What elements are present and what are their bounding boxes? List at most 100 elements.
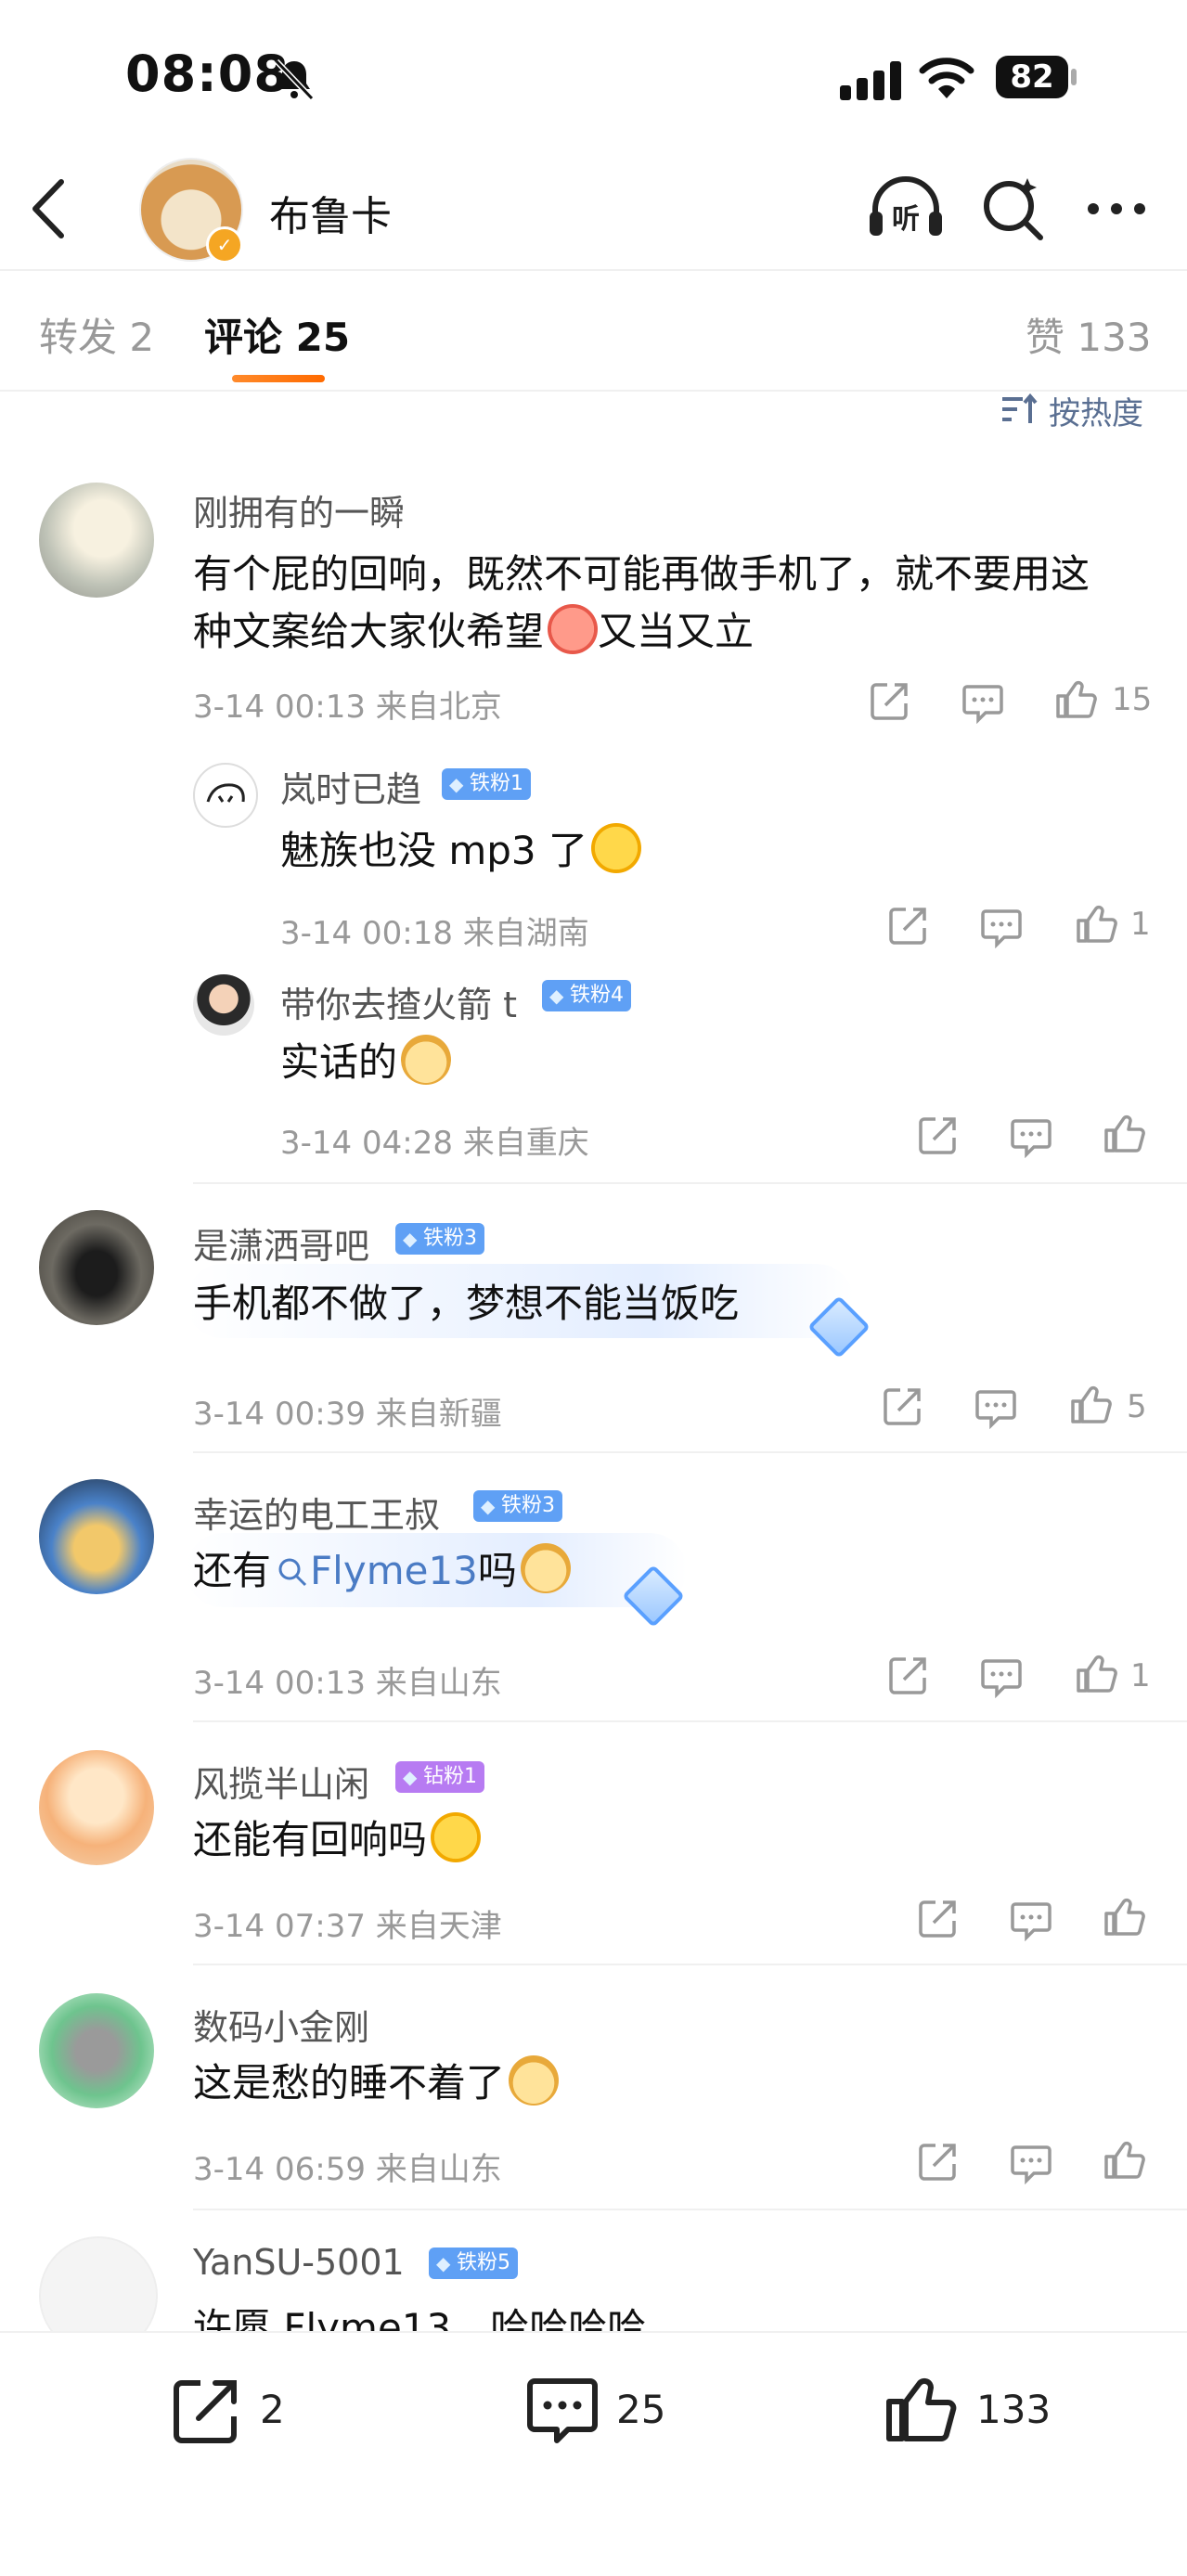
comment-text-part: 又当又立 [598, 609, 755, 654]
repost-icon[interactable] [169, 2374, 243, 2448]
share-icon[interactable] [887, 1654, 930, 1696]
diamond-fan-badge: 钻粉1 [395, 1761, 484, 1793]
like-thumb-icon[interactable] [1075, 1652, 1117, 1694]
listen-label: 听 [892, 203, 920, 236]
like-thumb-icon[interactable] [1069, 1383, 1112, 1425]
angry-pig-emoji-icon [548, 604, 599, 654]
reply-avatar[interactable] [193, 974, 254, 1036]
doge-emoji-icon [520, 1543, 571, 1593]
commenter-name[interactable]: 是潇洒哥吧 [193, 1217, 369, 1269]
battery-tip [1071, 69, 1077, 85]
comment-text-part: 吗 [477, 1548, 517, 1593]
share-icon[interactable] [869, 679, 911, 722]
comment-text-row: 这是愁的睡不着了 [193, 2054, 560, 2112]
comment-text-line2: 种文案给大家伙希望 又当又立 [193, 603, 754, 661]
tab-reposts[interactable]: 转发 2 [39, 306, 154, 363]
comment-meta: 3-14 00:13 来自山东 [193, 1665, 502, 1702]
listen-headphones-icon[interactable]: 听 [868, 174, 944, 239]
reply-user-name[interactable]: 带你去揸火箭 t [280, 976, 517, 1027]
reply-text: 魅族也没 mp3 了 [280, 828, 587, 873]
like-thumb-icon[interactable] [1103, 1895, 1145, 1938]
like-count: 1 [1130, 1657, 1151, 1694]
topic-link-text[interactable]: Flyme13 [310, 1548, 478, 1593]
comment-text-part: 种文案给大家伙希望 [193, 609, 545, 654]
like-thumb-icon[interactable] [884, 2370, 958, 2444]
comment-icon[interactable] [525, 2374, 600, 2448]
like-count: 5 [1127, 1388, 1147, 1425]
doge-emoji-icon [509, 2055, 560, 2106]
comment-text-row: 还有 Flyme13吗 [193, 1542, 571, 1600]
share-icon[interactable] [917, 1897, 960, 1939]
like-thumb-icon[interactable] [1075, 902, 1117, 945]
sort-icon[interactable] [1000, 393, 1038, 427]
repost-count[interactable]: 2 [260, 2387, 285, 2432]
comment-count[interactable]: 25 [616, 2387, 665, 2432]
reply-avatar[interactable] [193, 763, 258, 828]
comment-text: 有个屁的回响，既然不可能再做手机了，就不要用这 [193, 551, 1090, 597]
commenter-avatar[interactable] [39, 483, 154, 598]
commenter-name[interactable]: 幸运的电工王叔 [193, 1487, 440, 1538]
like-thumb-icon[interactable] [1103, 2138, 1145, 2181]
comment-text-row: 还能有回响吗 [193, 1811, 482, 1869]
reply-icon[interactable] [961, 681, 1004, 724]
like-count: 1 [1130, 906, 1151, 943]
more-options-icon[interactable] [1084, 190, 1149, 227]
fan-badge: 铁粉5 [429, 2248, 518, 2279]
commenter-avatar[interactable] [39, 1210, 154, 1325]
sketch-face-icon [206, 783, 245, 803]
share-icon[interactable] [917, 2140, 960, 2183]
cell-signal-icon [840, 61, 901, 100]
reply-icon[interactable] [980, 1655, 1023, 1698]
reply-user-name[interactable]: 岚时已趋 [280, 761, 421, 812]
commenter-avatar[interactable] [39, 1993, 154, 2108]
sort-by-hot[interactable]: 按热度 [1049, 388, 1143, 433]
tab-comments[interactable]: 评论 25 [204, 306, 350, 363]
battery-level: 82 [996, 56, 1068, 98]
like-total-count[interactable]: 133 [976, 2387, 1051, 2432]
reply-icon[interactable] [1010, 1115, 1052, 1158]
back-arrow-icon[interactable] [26, 176, 72, 241]
fan-badge: 铁粉3 [395, 1223, 484, 1255]
status-time: 08:08 [125, 45, 290, 103]
commenter-avatar[interactable] [39, 1479, 154, 1594]
fan-badge: 铁粉3 [473, 1490, 562, 1522]
comment-text: 还能有回响吗 [193, 1817, 428, 1862]
reply-icon[interactable] [1010, 2142, 1052, 2184]
battery-indicator: 82 [996, 56, 1077, 100]
commenter-name[interactable]: 数码小金刚 [193, 1999, 369, 2050]
tab-likes[interactable]: 赞 133 [1026, 306, 1152, 363]
crying-emoji-icon [591, 823, 641, 873]
doge-emoji-icon [401, 1035, 452, 1085]
comment-text-part: 还有 [193, 1548, 272, 1593]
search-icon [278, 1558, 307, 1587]
author-name[interactable]: 布鲁卡 [269, 183, 392, 242]
like-count: 15 [1112, 681, 1153, 718]
tab-active-indicator [232, 375, 325, 382]
topic-link[interactable]: Flyme13 [271, 1548, 478, 1593]
nav-divider [0, 269, 1187, 271]
comment-divider [193, 2209, 1187, 2210]
comment-text: 这是愁的睡不着了 [193, 2060, 506, 2106]
comment-meta: 3-14 07:37 来自天津 [193, 1908, 502, 1945]
like-thumb-icon[interactable] [1054, 677, 1097, 720]
reply-icon[interactable] [980, 906, 1023, 948]
search-icon[interactable] [979, 174, 1046, 241]
share-icon[interactable] [887, 904, 930, 947]
reply-icon[interactable] [1010, 1899, 1052, 1941]
reply-meta: 3-14 04:28 来自重庆 [280, 1125, 589, 1162]
commenter-avatar[interactable] [39, 1750, 154, 1865]
bottom-action-bar: 2 25 133 [0, 2331, 1187, 2576]
comment-divider [193, 1720, 1187, 1722]
share-icon[interactable] [882, 1385, 924, 1427]
commenter-name[interactable]: 刚拥有的一瞬 [193, 484, 405, 535]
like-thumb-icon[interactable] [1103, 1112, 1145, 1154]
share-icon[interactable] [917, 1114, 960, 1156]
comment-divider [193, 1964, 1187, 1965]
reply-icon[interactable] [974, 1386, 1017, 1429]
commenter-name[interactable]: 风揽半山闲 [193, 1756, 369, 1807]
comment-meta: 3-14 06:59 来自山东 [193, 2151, 502, 2188]
wifi-icon [919, 58, 974, 98]
comment-meta: 3-14 00:13 来自北京 [193, 689, 502, 726]
commenter-name[interactable]: YanSU-5001 [193, 2242, 405, 2283]
verified-badge-icon: ✓ [206, 226, 243, 264]
